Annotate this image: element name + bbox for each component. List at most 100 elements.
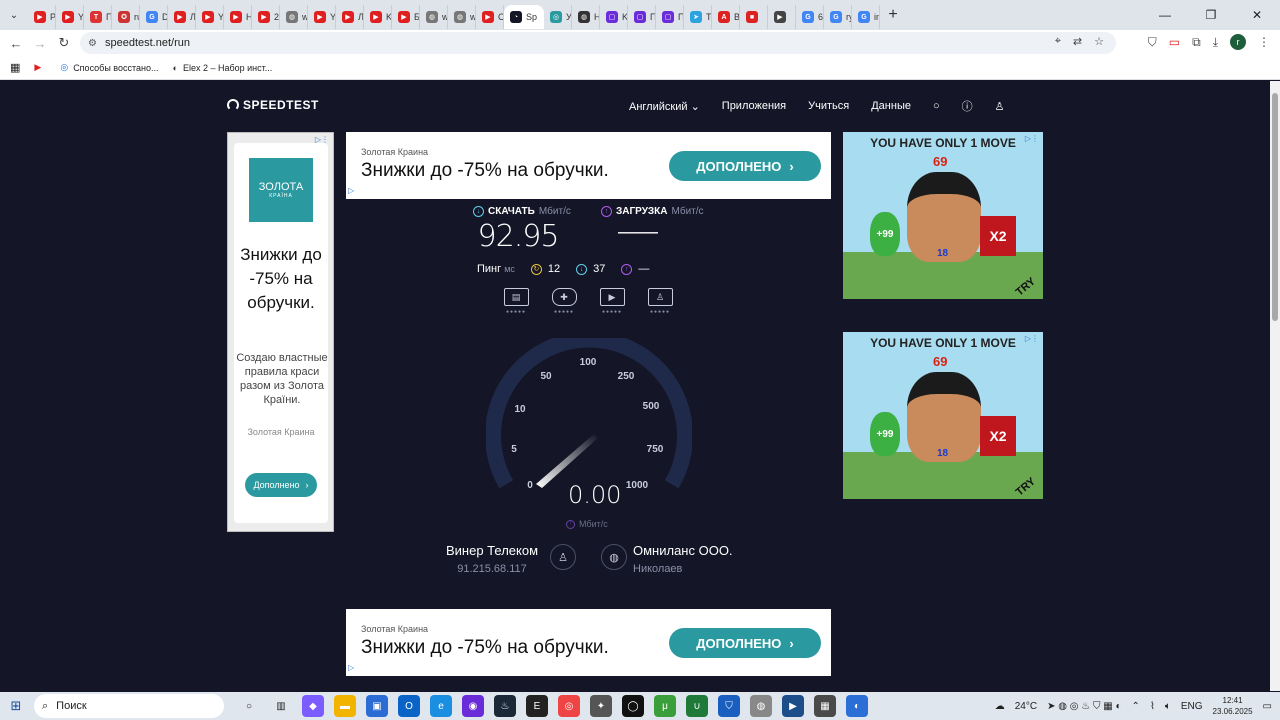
shield-extension-icon[interactable]: ⛉ <box>1148 35 1157 50</box>
store-icon[interactable]: ▣ <box>366 695 388 717</box>
clock[interactable]: 12:41 23.06.2025 <box>1213 695 1253 717</box>
extensions-puzzle-icon[interactable]: ⧉ <box>1192 35 1201 50</box>
speedtest-logo[interactable]: SPEEDTEST <box>227 98 319 112</box>
browser-tab[interactable]: ▢П( <box>628 5 656 29</box>
browser-tab[interactable]: ◔Sp✕ <box>504 5 544 29</box>
extension-icon[interactable]: ▭ <box>1169 35 1180 49</box>
edge-icon[interactable]: e <box>430 695 452 717</box>
menu-kebab-icon[interactable]: ⋮ <box>1258 35 1270 49</box>
browser-tab[interactable]: ◍ w <box>448 5 476 29</box>
epic-games-icon[interactable]: E <box>526 695 548 717</box>
chrome-icon[interactable]: ◎ <box>558 695 580 717</box>
ookla-circle-icon[interactable]: ○ <box>933 100 940 112</box>
gaming-rating[interactable]: ✚ ●●●●● <box>551 288 577 315</box>
weather-icon[interactable]: ☁ <box>995 701 1005 712</box>
profile-avatar[interactable]: r <box>1230 34 1246 50</box>
help-icon[interactable]: ⓘ <box>962 98 973 114</box>
app-icon[interactable]: ▦ <box>814 695 836 717</box>
ad-banner-top[interactable]: Золотая Краина Знижки до -75% на обручки… <box>346 132 831 199</box>
browser-tab[interactable]: ABi <box>712 5 740 29</box>
browser-app-icon[interactable]: ◉ <box>462 695 484 717</box>
browser-tab[interactable]: ◎Уг <box>544 5 572 29</box>
browsing-rating[interactable]: ▤ ●●●●● <box>503 288 529 315</box>
bookmark-item[interactable]: ◐ Elex 2 – Набор инст... <box>173 63 273 73</box>
bookmark-item[interactable]: ▶ <box>34 62 46 73</box>
nav-apps[interactable]: Приложения <box>722 100 786 112</box>
browser-tab[interactable]: ▶Лi <box>336 5 364 29</box>
close-window-button[interactable]: ✕ <box>1234 8 1280 22</box>
steam-icon[interactable]: ♨ <box>494 695 516 717</box>
new-tab-button[interactable]: + <box>880 6 906 24</box>
browser-tab[interactable]: ▢Ki <box>600 5 628 29</box>
browser-tab[interactable]: ▶2! <box>252 5 280 29</box>
back-button[interactable]: ← <box>4 36 28 51</box>
scrollbar-thumb[interactable] <box>1272 93 1278 321</box>
app-icon[interactable]: ◯ <box>622 695 644 717</box>
minimize-button[interactable]: — <box>1142 8 1188 22</box>
browser-tab[interactable]: ▶Yo <box>56 5 84 29</box>
ad-right-bottom[interactable]: YOU HAVE ONLY 1 MOVE 69 +99 X2 18 TRY ▷⋮ <box>843 332 1043 499</box>
site-info-icon[interactable]: ⚙ <box>88 38 97 49</box>
browser-tab[interactable]: ▶ <box>768 5 796 29</box>
app-icon[interactable]: ▶ <box>782 695 804 717</box>
ad-choices-icon[interactable]: ▷ <box>348 186 354 195</box>
network-icon[interactable]: ⌇ <box>1150 701 1155 712</box>
copilot-icon[interactable]: ◆ <box>302 695 324 717</box>
browser-tab[interactable]: Gry <box>824 5 852 29</box>
forward-button[interactable]: → <box>28 36 52 51</box>
browser-tab[interactable]: ■ <box>740 5 768 29</box>
tray-chevron-icon[interactable]: ⌃ <box>1132 701 1140 712</box>
file-explorer-icon[interactable]: ▬ <box>334 695 356 717</box>
browser-tab[interactable]: GDi <box>140 5 168 29</box>
browser-tab[interactable]: ◍ w <box>420 5 448 29</box>
nav-data[interactable]: Данные <box>871 100 911 112</box>
browser-tab[interactable]: ◍Hi <box>572 5 600 29</box>
taskbar-search[interactable]: ⌕ Поиск <box>34 694 224 718</box>
browser-tab[interactable]: ▶Ki <box>364 5 392 29</box>
browser-tab[interactable]: ▶Yo <box>308 5 336 29</box>
ad-left[interactable]: ▷⋮ ЗОЛОТА КРАЇНА Знижки до -75% на обруч… <box>227 132 334 532</box>
reload-button[interactable]: ↻ <box>52 35 76 51</box>
browser-tab[interactable]: ▶Ру <box>28 5 56 29</box>
restore-button[interactable]: ❐ <box>1188 8 1234 22</box>
ad-banner-bottom[interactable]: Золотая Краина Знижки до -75% на обручки… <box>346 609 831 676</box>
tray-icons[interactable]: ➤ ◍ ◎ ♨ ⛉ ▦ ◐ <box>1047 701 1121 712</box>
vpn-icon[interactable]: ⛉ <box>718 695 740 717</box>
browser-tab[interactable]: ◍ w <box>280 5 308 29</box>
browser-tab[interactable]: G6 <box>796 5 824 29</box>
browser-tab[interactable]: TП( <box>84 5 112 29</box>
browser-tab[interactable]: ▶Hi <box>224 5 252 29</box>
temperature[interactable]: 24°C <box>1015 701 1037 712</box>
download-icon[interactable]: ⤓ <box>1213 35 1218 50</box>
apps-grid-icon[interactable]: ▦ <box>10 61 20 74</box>
ad-banner-bottom-button[interactable]: ДОПОЛНЕНО › <box>669 628 821 658</box>
nav-language[interactable]: Английский ⌄ <box>629 100 700 113</box>
browser-tab[interactable]: ▶Yo <box>196 5 224 29</box>
ad-choices-icon[interactable]: ▷⋮ <box>1025 334 1039 343</box>
browser-tab[interactable]: ▢П( <box>656 5 684 29</box>
ad-right-top[interactable]: YOU HAVE ONLY 1 MOVE 69 +99 X2 18 TRY ▷⋮ <box>843 132 1043 299</box>
browser-tab[interactable]: ▶Бу <box>392 5 420 29</box>
address-bar[interactable]: ⚙ speedtest.net/run ⌖ ⇄ ☆ <box>80 32 1116 54</box>
browser-tab[interactable]: Gin <box>852 5 880 29</box>
app-icon[interactable]: ∪ <box>686 695 708 717</box>
volume-icon[interactable]: 🔈︎ <box>1165 701 1171 712</box>
torrent-icon[interactable]: μ <box>654 695 676 717</box>
translate-icon[interactable]: ⇄ <box>1073 35 1082 48</box>
app-icon[interactable]: ◐ <box>846 695 868 717</box>
task-view-icon[interactable]: ○ <box>238 695 260 717</box>
ad-banner-top-button[interactable]: ДОПОЛНЕНО › <box>669 151 821 181</box>
location-icon[interactable]: ⌖ <box>1055 35 1061 48</box>
ad-choices-icon[interactable]: ▷ <box>348 663 354 672</box>
language-indicator[interactable]: ENG <box>1181 701 1203 712</box>
bookmark-item[interactable]: ◎ Способы восстано... <box>60 62 158 73</box>
tab-search-button[interactable]: ⌄ <box>0 0 28 30</box>
app-icon[interactable]: ✦ <box>590 695 612 717</box>
ad-choices-icon[interactable]: ▷⋮ <box>1025 134 1039 143</box>
app-icon[interactable]: ◍ <box>750 695 772 717</box>
video-call-rating[interactable]: ♙ ●●●●● <box>647 288 673 315</box>
server-info[interactable]: Омниланс ООО. Николаев <box>633 543 733 575</box>
notifications-icon[interactable]: ▭ <box>1263 701 1272 712</box>
browser-tab[interactable]: ➤Te <box>684 5 712 29</box>
nav-learn[interactable]: Учиться <box>808 100 849 112</box>
